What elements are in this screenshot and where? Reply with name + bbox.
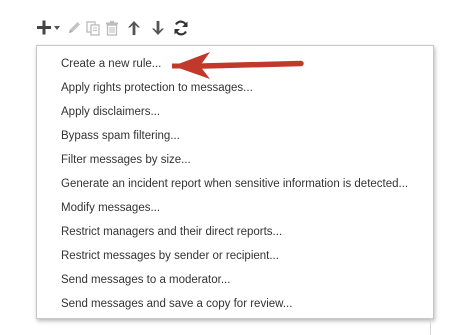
- new-button[interactable]: [36, 17, 62, 39]
- menu-item-send-to-moderator[interactable]: Send messages to a moderator...: [37, 268, 433, 292]
- new-rule-dropdown-menu: Create a new rule... Apply rights protec…: [36, 45, 434, 319]
- edit-button[interactable]: [66, 17, 82, 39]
- menu-item-apply-disclaimers[interactable]: Apply disclaimers...: [37, 100, 433, 124]
- pencil-icon: [69, 22, 80, 33]
- menu-item-filter-messages-by-size[interactable]: Filter messages by size...: [37, 148, 433, 172]
- page: Create a new rule... Apply rights protec…: [0, 0, 450, 335]
- move-down-button[interactable]: [149, 17, 167, 39]
- copy-icon: [85, 21, 100, 36]
- chevron-down-icon: [54, 26, 60, 30]
- move-up-button[interactable]: [125, 17, 143, 39]
- menu-item-bypass-spam-filtering[interactable]: Bypass spam filtering...: [37, 124, 433, 148]
- plus-icon: [37, 20, 60, 35]
- refresh-button[interactable]: [172, 17, 190, 39]
- delete-button[interactable]: [103, 17, 120, 39]
- refresh-icon: [174, 20, 188, 36]
- arrow-up-icon: [128, 21, 140, 35]
- menu-item-restrict-by-sender-recipient[interactable]: Restrict messages by sender or recipient…: [37, 244, 433, 268]
- annotation-arrow-icon: [172, 52, 304, 79]
- toolbar: [36, 17, 190, 39]
- copy-button[interactable]: [84, 17, 101, 39]
- arrow-down-icon: [152, 21, 164, 35]
- menu-item-generate-incident-report[interactable]: Generate an incident report when sensiti…: [37, 172, 433, 196]
- menu-item-send-and-save-copy[interactable]: Send messages and save a copy for review…: [37, 292, 433, 316]
- background-divider: [430, 318, 431, 335]
- menu-item-modify-messages[interactable]: Modify messages...: [37, 196, 433, 220]
- menu-item-restrict-managers[interactable]: Restrict managers and their direct repor…: [37, 220, 433, 244]
- trash-icon: [105, 21, 118, 36]
